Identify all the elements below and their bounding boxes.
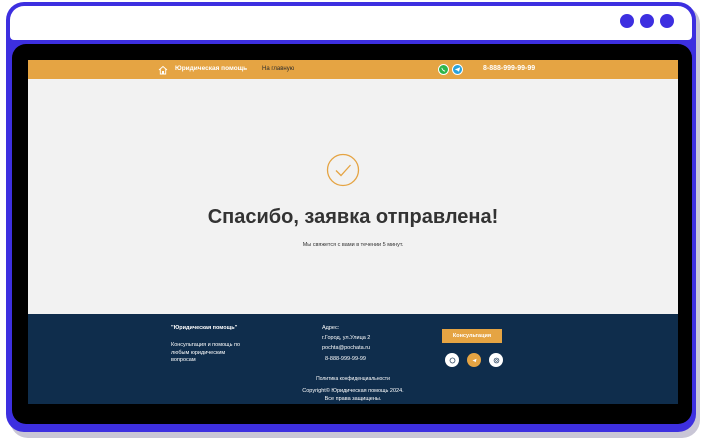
consultation-button[interactable]: Консультация <box>442 329 502 343</box>
thanks-subtitle: Мы свяжется с вами в течении 5 минут. <box>302 242 404 248</box>
footer-copyright: Copyright© Юридическая помощь 2024. Все … <box>28 387 678 403</box>
copyright-line: Все права защищены. <box>324 396 382 402</box>
window-dot <box>640 14 654 28</box>
site-header: Юридическая помощь На главную 8-888-999-… <box>28 60 678 79</box>
window-dots <box>620 14 674 28</box>
telegram-icon[interactable] <box>467 353 481 367</box>
window-dot <box>620 14 634 28</box>
thanks-title: Спасибо, заявка отправлена! <box>207 206 499 228</box>
footer-phone-link[interactable]: 8-888-999-99-99 <box>325 356 366 362</box>
copyright-line: Copyright© Юридическая помощь 2024. <box>302 388 404 394</box>
privacy-policy-link[interactable]: Политика конфиденциальности <box>28 376 678 382</box>
footer-address: Адрес: г.Город, ул.Улица 2 pochta@pochat… <box>322 323 370 353</box>
footer-email[interactable]: pochta@pochata.ru <box>322 343 370 353</box>
browser-top-bar <box>10 6 692 40</box>
telegram-icon[interactable] <box>452 64 463 75</box>
check-circle-icon <box>326 153 360 187</box>
footer-brand: "Юридическая помощь" <box>171 325 238 331</box>
site-footer: "Юридическая помощь" Консультация и помо… <box>28 314 678 404</box>
email-icon[interactable] <box>489 353 503 367</box>
nav-home-link[interactable]: На главную <box>262 66 294 72</box>
header-phone-link[interactable]: 8-888-999-99-99 <box>483 65 535 72</box>
site-logo-text[interactable]: Юридическая помощь <box>175 65 247 72</box>
address-line: г.Город, ул.Улица 2 <box>322 335 371 341</box>
window-dot <box>660 14 674 28</box>
footer-description: Консультация и помощь по любым юридическ… <box>171 342 241 363</box>
whatsapp-icon[interactable] <box>445 353 459 367</box>
home-icon <box>158 65 168 75</box>
site-viewport: Юридическая помощь На главную 8-888-999-… <box>28 60 678 404</box>
address-label: Адрес: <box>322 325 340 331</box>
whatsapp-icon[interactable] <box>438 64 449 75</box>
